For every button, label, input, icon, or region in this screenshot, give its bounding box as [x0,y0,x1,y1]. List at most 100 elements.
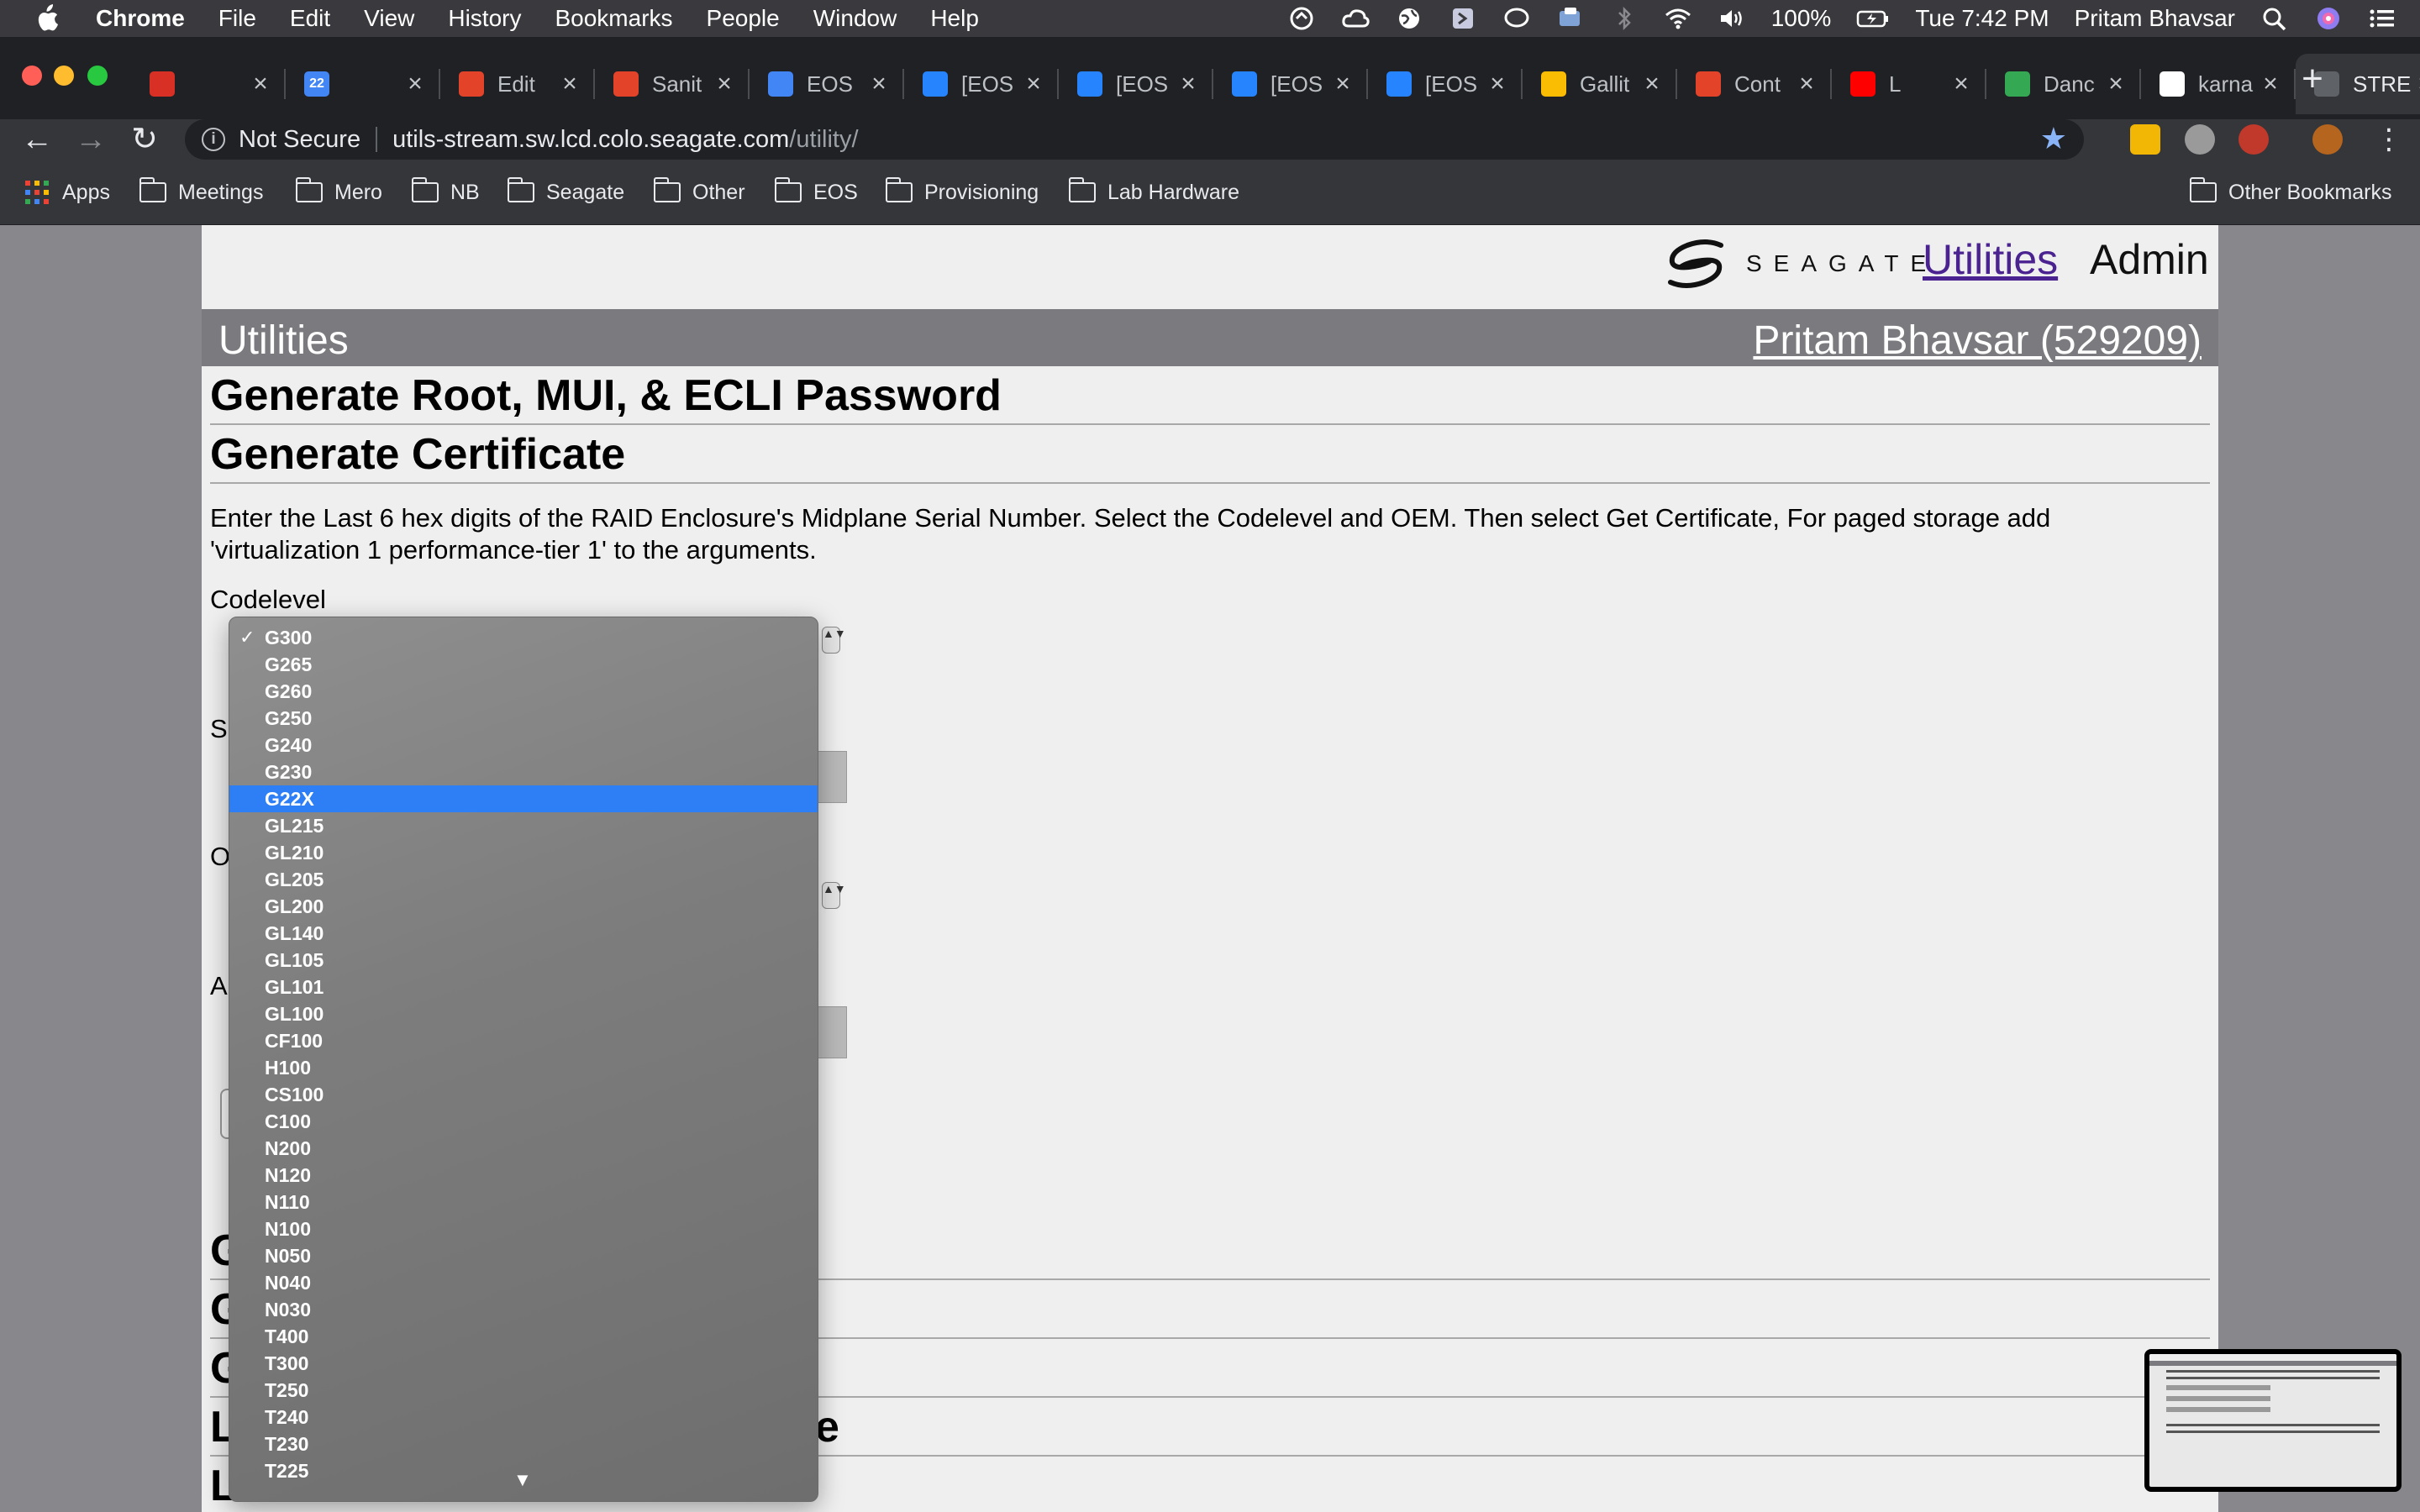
tab-close-icon[interactable]: × [713,70,736,98]
bookmark-folder-provisioning[interactable]: Provisioning [886,177,1039,207]
app-status-icon[interactable] [1449,6,1477,31]
codelevel-option[interactable]: GL200 [229,893,818,920]
bluetooth-icon[interactable] [1610,6,1639,31]
tab-1[interactable]: 22 × [286,54,440,114]
window-zoom-button[interactable] [87,66,108,86]
codelevel-dropdown-menu[interactable]: ✓ G300 G265 G260 G250 G240 G230 G22X GL215 GL210 G… [229,617,818,1502]
bookmark-folder-nb[interactable]: NB [412,177,480,207]
codelevel-option[interactable]: CS100 [229,1081,818,1108]
address-bar[interactable]: i Not Secure utils-stream.sw.lcd.colo.se… [185,119,2084,160]
tab-2[interactable]: Edit × [440,54,595,114]
back-arrow-icon[interactable]: ← [20,123,54,156]
codelevel-option[interactable]: G265 [229,651,818,678]
tab-close-icon[interactable]: × [2259,70,2282,98]
nav-admin-link[interactable]: Admin [2090,235,2209,284]
codelevel-option[interactable]: T250 [229,1377,818,1404]
codelevel-option[interactable]: T300 [229,1350,818,1377]
tab-close-icon[interactable]: × [2104,70,2128,98]
bookmark-star-icon[interactable]: ★ [2040,121,2067,156]
sync-status-icon[interactable] [1287,6,1316,31]
codelevel-option[interactable]: G22X [229,785,818,812]
heading-generate-certificate[interactable]: Generate Certificate [210,425,2210,484]
codelevel-option[interactable]: ✓ G300 [229,624,818,651]
tab-6[interactable]: [EOS × [1059,54,1213,114]
tab-close-icon[interactable]: × [558,70,581,98]
screenshot-thumbnail[interactable] [2144,1349,2402,1492]
codelevel-option[interactable]: G250 [229,705,818,732]
bookmark-folder-other[interactable]: Other [654,177,745,207]
codelevel-option[interactable]: CF100 [229,1027,818,1054]
extension-blocker-icon[interactable] [2238,124,2269,155]
window-minimize-button[interactable] [54,66,74,86]
codelevel-option[interactable]: G260 [229,678,818,705]
codelevel-option[interactable]: N040 [229,1269,818,1296]
bookmark-folder-mero[interactable]: Mero [296,177,382,207]
bookmark-folder-lab-hardware[interactable]: Lab Hardware [1069,177,1239,207]
scroll-down-arrow-icon[interactable]: ▼ [513,1469,532,1491]
tab-close-icon[interactable]: × [249,70,272,98]
codelevel-option[interactable]: N110 [229,1189,818,1215]
bookmark-apps[interactable]: Apps [25,178,110,207]
codelevel-option[interactable]: T230 [229,1431,818,1457]
codelevel-option[interactable]: GL205 [229,866,818,893]
tab-12[interactable]: Danc × [1986,54,2141,114]
tab-close-icon[interactable]: × [1949,70,1973,98]
bookmark-folder-seagate[interactable]: Seagate [508,177,624,207]
clock[interactable]: Tue 7:42 PM [1915,5,2049,32]
tab-7[interactable]: [EOS × [1213,54,1368,114]
codelevel-option[interactable]: N050 [229,1242,818,1269]
tab-close-icon[interactable]: × [1486,70,1509,98]
apple-icon[interactable] [34,4,59,33]
monitor-status-icon[interactable] [1556,6,1585,31]
tab-10[interactable]: Cont × [1677,54,1832,114]
menu-file[interactable]: File [218,5,256,32]
codelevel-option[interactable]: H100 [229,1054,818,1081]
site-info-icon[interactable]: i [202,128,225,151]
codelevel-option[interactable]: G230 [229,759,818,785]
volume-icon[interactable] [1718,6,1746,31]
cloud-status-icon[interactable] [1341,6,1370,31]
menu-history[interactable]: History [448,5,521,32]
tab-close-icon[interactable]: × [2413,70,2420,98]
battery-icon[interactable] [1856,6,1890,31]
tab-close-icon[interactable]: × [1640,70,1664,98]
codelevel-option[interactable]: GL101 [229,974,818,1000]
tab-close-icon[interactable]: × [403,70,427,98]
url-host[interactable]: utils-stream.sw.lcd.colo.seagate.com [392,126,789,154]
codelevel-option[interactable]: T240 [229,1404,818,1431]
menu-app-name[interactable]: Chrome [96,5,185,32]
forward-arrow-icon[interactable]: → [74,123,108,156]
window-close-button[interactable] [22,66,42,86]
menu-help[interactable]: Help [930,5,979,32]
codelevel-option[interactable]: N200 [229,1135,818,1162]
menu-edit[interactable]: Edit [290,5,330,32]
codelevel-option[interactable]: T400 [229,1323,818,1350]
menu-people[interactable]: People [707,5,780,32]
new-tab-button[interactable]: + [2294,60,2331,97]
bookmark-folder-meetings[interactable]: Meetings [139,177,263,207]
security-status[interactable]: Not Secure [239,126,360,154]
vpn-globe-icon[interactable] [1395,6,1423,31]
heading-generate-password[interactable]: Generate Root, MUI, & ECLI Password [210,366,2210,425]
tab-11[interactable]: L × [1832,54,1986,114]
tab-13[interactable]: karna × [2141,54,2296,114]
tab-close-icon[interactable]: × [1176,70,1200,98]
bookmark-other-bookmarks[interactable]: Other Bookmarks [2190,177,2392,207]
bookmark-folder-eos[interactable]: EOS [775,177,858,207]
codelevel-option[interactable]: N100 [229,1215,818,1242]
codelevel-option[interactable]: GL140 [229,920,818,947]
notification-center-icon[interactable] [2368,6,2396,31]
tab-8[interactable]: [EOS × [1368,54,1523,114]
nav-utilities-link[interactable]: Utilities [1923,235,2058,284]
wifi-icon[interactable] [1664,6,1692,31]
user-profile-link[interactable]: Pritam Bhavsar (529209) [1753,318,2202,364]
reload-icon[interactable]: ↻ [128,123,161,156]
tab-close-icon[interactable]: × [867,70,891,98]
codelevel-option[interactable]: GL210 [229,839,818,866]
codelevel-option[interactable]: GL100 [229,1000,818,1027]
tab-close-icon[interactable]: × [1022,70,1045,98]
tab-5[interactable]: [EOS × [904,54,1059,114]
codelevel-option[interactable]: C100 [229,1108,818,1135]
profile-avatar[interactable] [2312,124,2343,155]
chrome-menu-icon[interactable]: ⋮ [2375,123,2403,156]
